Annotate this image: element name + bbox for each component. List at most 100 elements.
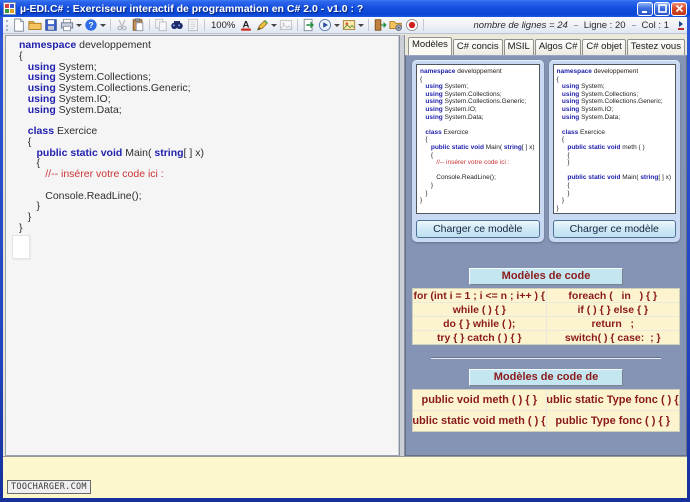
code-line: } bbox=[557, 205, 676, 213]
window-title: µ-EDI.C# : Exerciseur interactif de prog… bbox=[20, 3, 637, 15]
code-line: Console.ReadLine(); bbox=[19, 191, 398, 202]
code-line: using System.Collections; bbox=[557, 91, 676, 99]
code-template-cell[interactable]: while ( ) { } bbox=[413, 303, 546, 316]
code-line: { bbox=[420, 76, 539, 84]
code-template-cell[interactable]: return ; bbox=[547, 317, 680, 330]
photo-mail-dropdown-icon[interactable] bbox=[358, 24, 364, 27]
load-model1-button[interactable]: Charger ce modèle bbox=[416, 220, 540, 238]
code-template-cell[interactable]: foreach ( in ) { } bbox=[547, 289, 680, 302]
tab-c#-concis[interactable]: C# concis bbox=[453, 39, 503, 55]
tab-testez-vous[interactable]: Testez vous bbox=[627, 39, 685, 55]
copy-button[interactable] bbox=[153, 18, 169, 33]
code-line: namespace developpement bbox=[557, 68, 676, 76]
code-line: using System; bbox=[420, 83, 539, 91]
code-line: } bbox=[19, 201, 398, 212]
code-template-cell[interactable]: public void meth ( ) { } bbox=[413, 390, 546, 410]
photo-mail-button[interactable] bbox=[341, 18, 365, 33]
code-template-cell[interactable]: public static Type fonc ( ) { } bbox=[547, 390, 680, 410]
method-models-header: Modèles de code de bbox=[469, 369, 623, 386]
code-line: } bbox=[420, 190, 539, 198]
close-button[interactable] bbox=[671, 2, 687, 16]
record-button[interactable] bbox=[404, 18, 420, 33]
status-separator bbox=[632, 25, 636, 26]
code-line: } bbox=[19, 212, 398, 223]
models-panel: ModèlesC# concisMSILAlgos C#C# objetTest… bbox=[405, 35, 687, 456]
code-line: class Exercice bbox=[19, 126, 398, 137]
tab-msil[interactable]: MSIL bbox=[504, 39, 534, 55]
tab-strip: ModèlesC# concisMSILAlgos C#C# objetTest… bbox=[405, 35, 687, 55]
code-template-cell[interactable]: for (int i = 1 ; i <= n ; i++ ) { bbox=[413, 289, 546, 302]
paste-button[interactable] bbox=[130, 18, 146, 33]
toolbar: ? 100% A bbox=[3, 17, 687, 34]
svg-text:?: ? bbox=[88, 20, 93, 30]
tab-mod-les[interactable]: Modèles bbox=[408, 37, 452, 55]
editor-status: nombre de lignes = 24 Ligne : 20 Col : 1 bbox=[474, 20, 685, 31]
pen-button[interactable] bbox=[254, 18, 278, 33]
watermark: TOOCHARGER.COM bbox=[7, 480, 91, 494]
code-line: //-- insérer votre code ici : bbox=[420, 159, 539, 167]
code-line: using System.IO; bbox=[557, 106, 676, 114]
code-template-cell[interactable]: do { } while ( ); bbox=[413, 317, 546, 330]
code-line: //-- insérer votre code ici : bbox=[19, 169, 398, 180]
play-button[interactable] bbox=[317, 18, 341, 33]
code-line: using System.Data; bbox=[557, 114, 676, 122]
code-template-cell[interactable]: try { } catch ( ) { } bbox=[413, 331, 546, 344]
tab-algos-c#[interactable]: Algos C# bbox=[535, 39, 582, 55]
exit-button[interactable] bbox=[372, 18, 388, 33]
code-line bbox=[557, 121, 676, 129]
load-model2-button[interactable]: Charger ce modèle bbox=[553, 220, 677, 238]
code-editor[interactable]: namespace developpement{ using System; u… bbox=[5, 35, 399, 456]
export-button[interactable] bbox=[301, 18, 317, 33]
print-button[interactable] bbox=[59, 18, 83, 33]
tab-c#-objet[interactable]: C# objet bbox=[582, 39, 625, 55]
code-template-cell[interactable]: switch( ) { case: ; } bbox=[547, 331, 680, 344]
pen-dropdown-icon[interactable] bbox=[271, 24, 277, 27]
titlebar[interactable]: µ-EDI.C# : Exerciseur interactif de prog… bbox=[0, 0, 690, 17]
font-color-button[interactable]: A bbox=[238, 18, 254, 33]
model2-preview: namespace developpement{ using System; u… bbox=[553, 64, 677, 214]
picture-button[interactable] bbox=[278, 18, 294, 33]
app-icon bbox=[3, 2, 16, 15]
toolbar-overflow-icon[interactable] bbox=[676, 19, 686, 32]
code-line: } bbox=[557, 159, 676, 167]
minimize-button[interactable] bbox=[637, 2, 653, 16]
play-dropdown-icon[interactable] bbox=[334, 24, 340, 27]
new-file-button[interactable] bbox=[11, 18, 27, 33]
line-count-label: nombre de lignes = 24 bbox=[474, 20, 568, 31]
code-template-cell[interactable]: public static void meth ( ) { } bbox=[413, 411, 546, 431]
code-line: { bbox=[420, 136, 539, 144]
folder-settings-button[interactable] bbox=[388, 18, 404, 33]
model-previews-row: namespace developpement{ using System; u… bbox=[412, 56, 680, 242]
code-line: class Exercice bbox=[557, 129, 676, 137]
tab-page-modeles: namespace developpement{ using System; u… bbox=[405, 55, 687, 456]
maximize-button[interactable] bbox=[654, 2, 670, 16]
preview-button[interactable] bbox=[185, 18, 201, 33]
help-dropdown-icon[interactable] bbox=[100, 24, 106, 27]
toolbar-separator bbox=[204, 19, 205, 31]
find-button[interactable] bbox=[169, 18, 185, 33]
code-line: namespace developpement bbox=[420, 68, 539, 76]
code-line: class Exercice bbox=[420, 129, 539, 137]
cut-button[interactable] bbox=[114, 18, 130, 33]
help-button[interactable]: ? bbox=[83, 18, 107, 33]
status-separator bbox=[574, 25, 578, 26]
toolbar-grip[interactable] bbox=[6, 20, 8, 31]
code-line: { bbox=[557, 76, 676, 84]
zoom-level-label[interactable]: 100% bbox=[211, 20, 235, 31]
editor-code: namespace developpement{ using System; u… bbox=[6, 36, 398, 234]
code-template-cell[interactable]: public Type fonc ( ) { } bbox=[547, 411, 680, 431]
open-folder-button[interactable] bbox=[27, 18, 43, 33]
code-line: using System.Collections.Generic; bbox=[420, 98, 539, 106]
code-line: { bbox=[557, 182, 676, 190]
save-button[interactable] bbox=[43, 18, 59, 33]
window-controls bbox=[637, 2, 687, 16]
window-body: ? 100% A bbox=[3, 17, 687, 497]
method-models-table: public void meth ( ) { }public static Ty… bbox=[412, 389, 680, 432]
code-line: public static void meth ( ) bbox=[557, 144, 676, 152]
print-dropdown-icon[interactable] bbox=[76, 24, 82, 27]
code-line: } bbox=[557, 197, 676, 205]
code-line: } bbox=[19, 223, 398, 234]
code-template-cell[interactable]: if ( ) { } else { } bbox=[547, 303, 680, 316]
code-line bbox=[420, 121, 539, 129]
model1-preview: namespace developpement{ using System; u… bbox=[416, 64, 540, 214]
